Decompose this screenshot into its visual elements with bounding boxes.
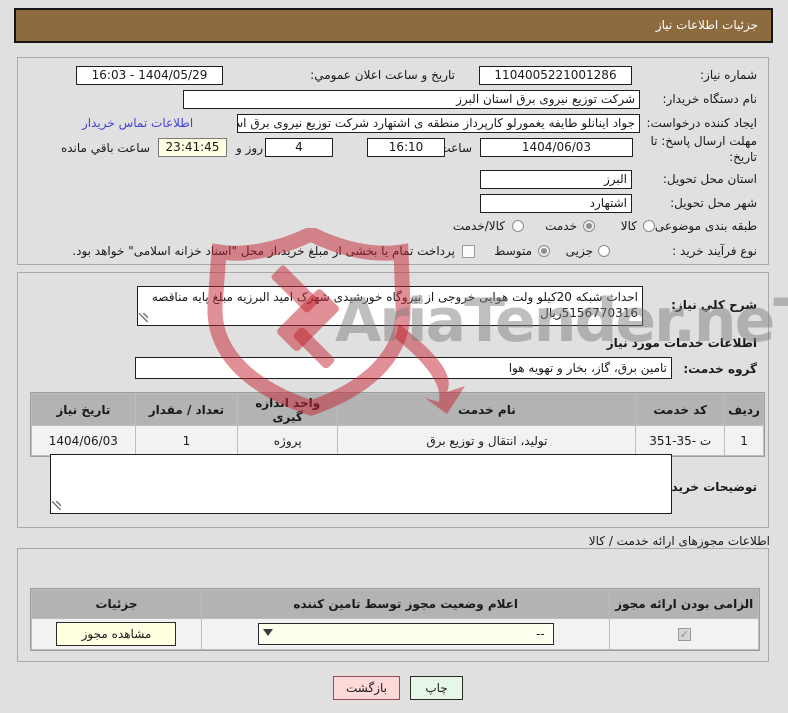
service-name: تولید، انتقال و توزیع برق [338,426,636,455]
publish-datetime-field[interactable]: 1404/05/29 - 16:03 [76,66,223,85]
radio-medium-label: متوسط [494,244,532,258]
radio-goods-label: کالا [620,219,637,233]
radio-medium[interactable] [538,245,550,257]
city-field[interactable]: اشتهارد [480,194,632,213]
need-number-label: شماره نیاز: [700,68,757,82]
deadline-time-field[interactable]: 16:10 [367,138,445,157]
description-label: شرح كلي نياز: [671,298,757,312]
col-service-name: نام خدمت [338,394,636,425]
licenses-heading: اطلاعات مجوزهای ارائه خدمت / کالا [588,534,770,548]
services-table-header-row: ردیف کد خدمت نام خدمت واحد اندازه گیری ت… [32,394,763,425]
service-row: 1 ت -35-351 تولید، انتقال و توزیع برق پر… [32,426,763,455]
col-quantity: تعداد / مقدار [135,394,238,425]
radio-goods[interactable] [643,220,655,232]
col-license-details: جزئیات [32,590,201,618]
licenses-table: الزامی بودن ارائه مجوز اعلام وضعیت مجوز … [30,588,760,651]
buyer-org-field[interactable]: شرکت توزیع نیروی برق استان البرز [183,90,640,109]
page-title: جزئیات اطلاعات نیاز [14,8,773,43]
description-textarea[interactable]: احداث شبکه 20کیلو ولت هوایی خروجی از نیر… [137,286,643,326]
service-unit: پروژه [238,426,338,455]
buyer-org-label: نام دستگاه خریدار: [662,92,758,106]
col-license-required: الزامی بودن ارائه مجوز [610,590,758,618]
service-group-field[interactable]: تامین برق، گاز، بخار و تهویه هوا [135,357,672,379]
city-label: شهر محل تحویل: [670,196,757,210]
col-service-code: کد خدمت [636,394,725,425]
resize-grip-icon[interactable] [52,501,61,510]
radio-service[interactable] [583,220,595,232]
service-quantity: 1 [135,426,238,455]
process-label: نوع فرآیند خرید : [672,244,757,258]
creator-label: ایجاد کننده درخواست: [646,116,757,130]
creator-field[interactable]: جواد اینانلو طایفه یغمورلو کارپرداز منطق… [237,114,640,133]
licenses-table-header-row: الزامی بودن ارائه مجوز اعلام وضعیت مجوز … [32,590,758,618]
deadline-label: مهلت ارسال پاسخ: تا تاریخ: [650,134,757,164]
treasury-note-label: پرداخت تمام یا بخشی از مبلغ خرید،از محل … [72,244,455,258]
col-need-date: تاریخ نیاز [32,394,135,425]
radio-goods-service-label: کالا/خدمت [452,219,505,233]
license-required-checkbox: ✓ [677,628,691,641]
province-field[interactable]: البرز [480,170,632,189]
radio-minor[interactable] [598,245,610,257]
category-label: طبقه بندی موضوعی: [650,219,757,233]
province-label: استان محل تحویل: [662,172,757,186]
deadline-date-field[interactable]: 1404/06/03 [480,138,633,157]
back-button[interactable]: بازگشت [333,676,400,700]
days-remaining-field[interactable]: 4 [265,138,333,157]
service-group-label: گروه خدمت: [683,362,757,376]
buyer-notes-textarea[interactable] [50,454,672,514]
resize-grip-icon[interactable] [139,313,148,322]
radio-goods-service[interactable] [512,220,524,232]
service-code: ت -35-351 [636,426,725,455]
view-license-button[interactable]: مشاهده مجوز [56,622,177,646]
license-row: ✓ -- مشاهده مجوز [32,619,758,649]
treasury-checkbox[interactable] [462,245,475,258]
radio-service-label: خدمت [545,219,577,233]
countdown-timer-field: 23:41:45 [158,138,227,157]
need-number-field[interactable]: 1104005221001286 [479,66,632,85]
buyer-contact-link[interactable]: اطلاعات تماس خریدار [82,116,193,130]
publish-datetime-label: تاریخ و ساعت اعلان عمومي: [310,68,455,82]
service-need-date: 1404/06/03 [32,426,135,455]
service-row-number: 1 [725,426,763,455]
col-row-number: ردیف [725,394,763,425]
radio-minor-label: جزیی [565,244,593,258]
chevron-down-icon [262,629,273,636]
time-remaining-label: ساعت باقي مانده [60,141,150,155]
days-label: روز و [236,141,263,155]
license-status-select[interactable]: -- [257,623,554,645]
print-button[interactable]: چاپ [410,676,463,700]
license-status-value: -- [536,627,545,641]
col-unit: واحد اندازه گیری [238,394,338,425]
col-license-status: اعلام وضعیت مجوز توسط تامین کننده [201,590,610,618]
services-heading: اطلاعات خدمات مورد نیاز [606,336,757,350]
services-table: ردیف کد خدمت نام خدمت واحد اندازه گیری ت… [30,392,765,457]
need-details-page: { "titlebar": { "title": "جزئیات اطلاعات… [0,0,788,713]
